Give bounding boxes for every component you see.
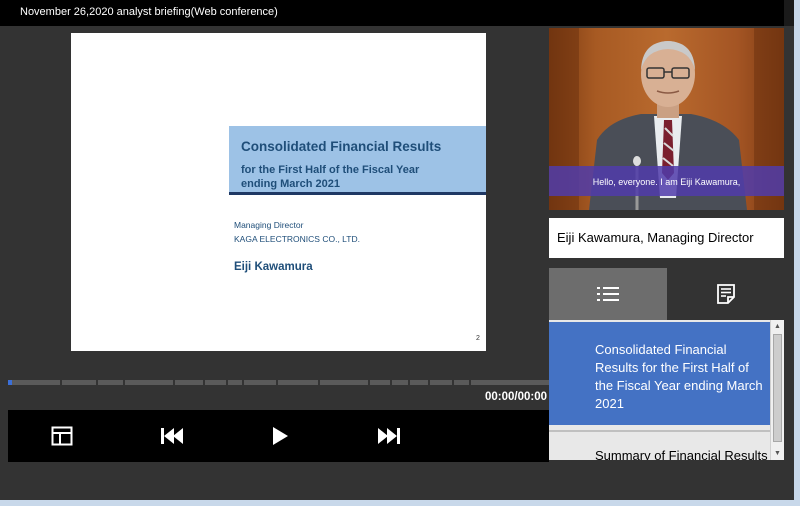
chapter-marker: [173, 380, 175, 385]
next-button[interactable]: [375, 422, 403, 450]
layout-button[interactable]: [48, 422, 76, 450]
scrollbar-thumb[interactable]: [773, 334, 782, 442]
player-controls: [8, 410, 549, 462]
seek-progress: [8, 380, 12, 385]
slide-title: Consolidated Financial Results: [241, 139, 442, 154]
scroll-down-arrow-icon[interactable]: ▼: [771, 447, 784, 460]
chapter-marker: [96, 380, 98, 385]
slide-presenter-name: Eiji Kawamura: [234, 261, 313, 273]
chapter-marker: [318, 380, 320, 385]
slide-subtitle: ending March 2021: [241, 178, 341, 190]
chapter-marker: [242, 380, 244, 385]
tab-contents[interactable]: [549, 268, 667, 320]
presentation-slide: Consolidated Financial Results for the F…: [71, 33, 486, 351]
play-button[interactable]: [266, 422, 294, 450]
table-of-contents: Consolidated Financial Results for the F…: [549, 320, 784, 460]
chapter-marker: [368, 380, 370, 385]
chapter-marker: [276, 380, 278, 385]
chapter-marker: [226, 380, 228, 385]
bottom-strip: [0, 462, 794, 500]
slide-presenter-role: Managing Director: [234, 220, 304, 230]
chapter-marker: [408, 380, 410, 385]
toc-item-label: Summary of Financial Results: [595, 448, 768, 460]
play-icon: [273, 427, 288, 445]
player-app: November 26,2020 analyst briefing(Web co…: [0, 0, 794, 500]
seek-bar[interactable]: [8, 380, 549, 385]
chapter-marker: [390, 380, 392, 385]
slide-subtitle: for the First Half of the Fiscal Year: [241, 164, 420, 176]
slide-title-underline: [229, 192, 486, 195]
list-icon: [597, 287, 619, 301]
speaker-name: Eiji Kawamura, Managing Director: [557, 230, 754, 245]
previous-button[interactable]: [158, 422, 186, 450]
toc-item[interactable]: Summary of Financial Results: [549, 430, 770, 460]
toc-item-label: Consolidated Financial Results for the F…: [595, 342, 763, 411]
chapter-marker: [428, 380, 430, 385]
window-title: November 26,2020 analyst briefing(Web co…: [0, 0, 794, 26]
tab-notes[interactable]: [667, 268, 784, 320]
slide-page-number: 2: [476, 335, 480, 342]
speaker-video[interactable]: Hello, everyone. I am Eiji Kawamura,: [549, 28, 784, 210]
toc-scrollbar[interactable]: ▲ ▼: [770, 320, 784, 460]
chapter-marker: [203, 380, 205, 385]
chapter-marker: [452, 380, 454, 385]
notes-icon: [716, 284, 735, 304]
video-caption: Hello, everyone. I am Eiji Kawamura,: [592, 177, 741, 187]
chapter-marker: [60, 380, 62, 385]
title-edge: [784, 0, 794, 26]
toc-item[interactable]: Consolidated Financial Results for the F…: [549, 322, 770, 425]
chapter-marker: [123, 380, 125, 385]
skip-next-icon: [378, 428, 400, 444]
playback-time: 00:00/00:00: [484, 391, 547, 403]
scroll-up-arrow-icon[interactable]: ▲: [771, 320, 784, 333]
layout-icon: [51, 426, 73, 446]
slide-company: KAGA ELECTRONICS CO., LTD.: [234, 234, 360, 244]
chapter-marker: [469, 380, 471, 385]
side-panel: Hello, everyone. I am Eiji Kawamura, Eij…: [549, 26, 784, 462]
skip-previous-icon: [161, 428, 183, 444]
